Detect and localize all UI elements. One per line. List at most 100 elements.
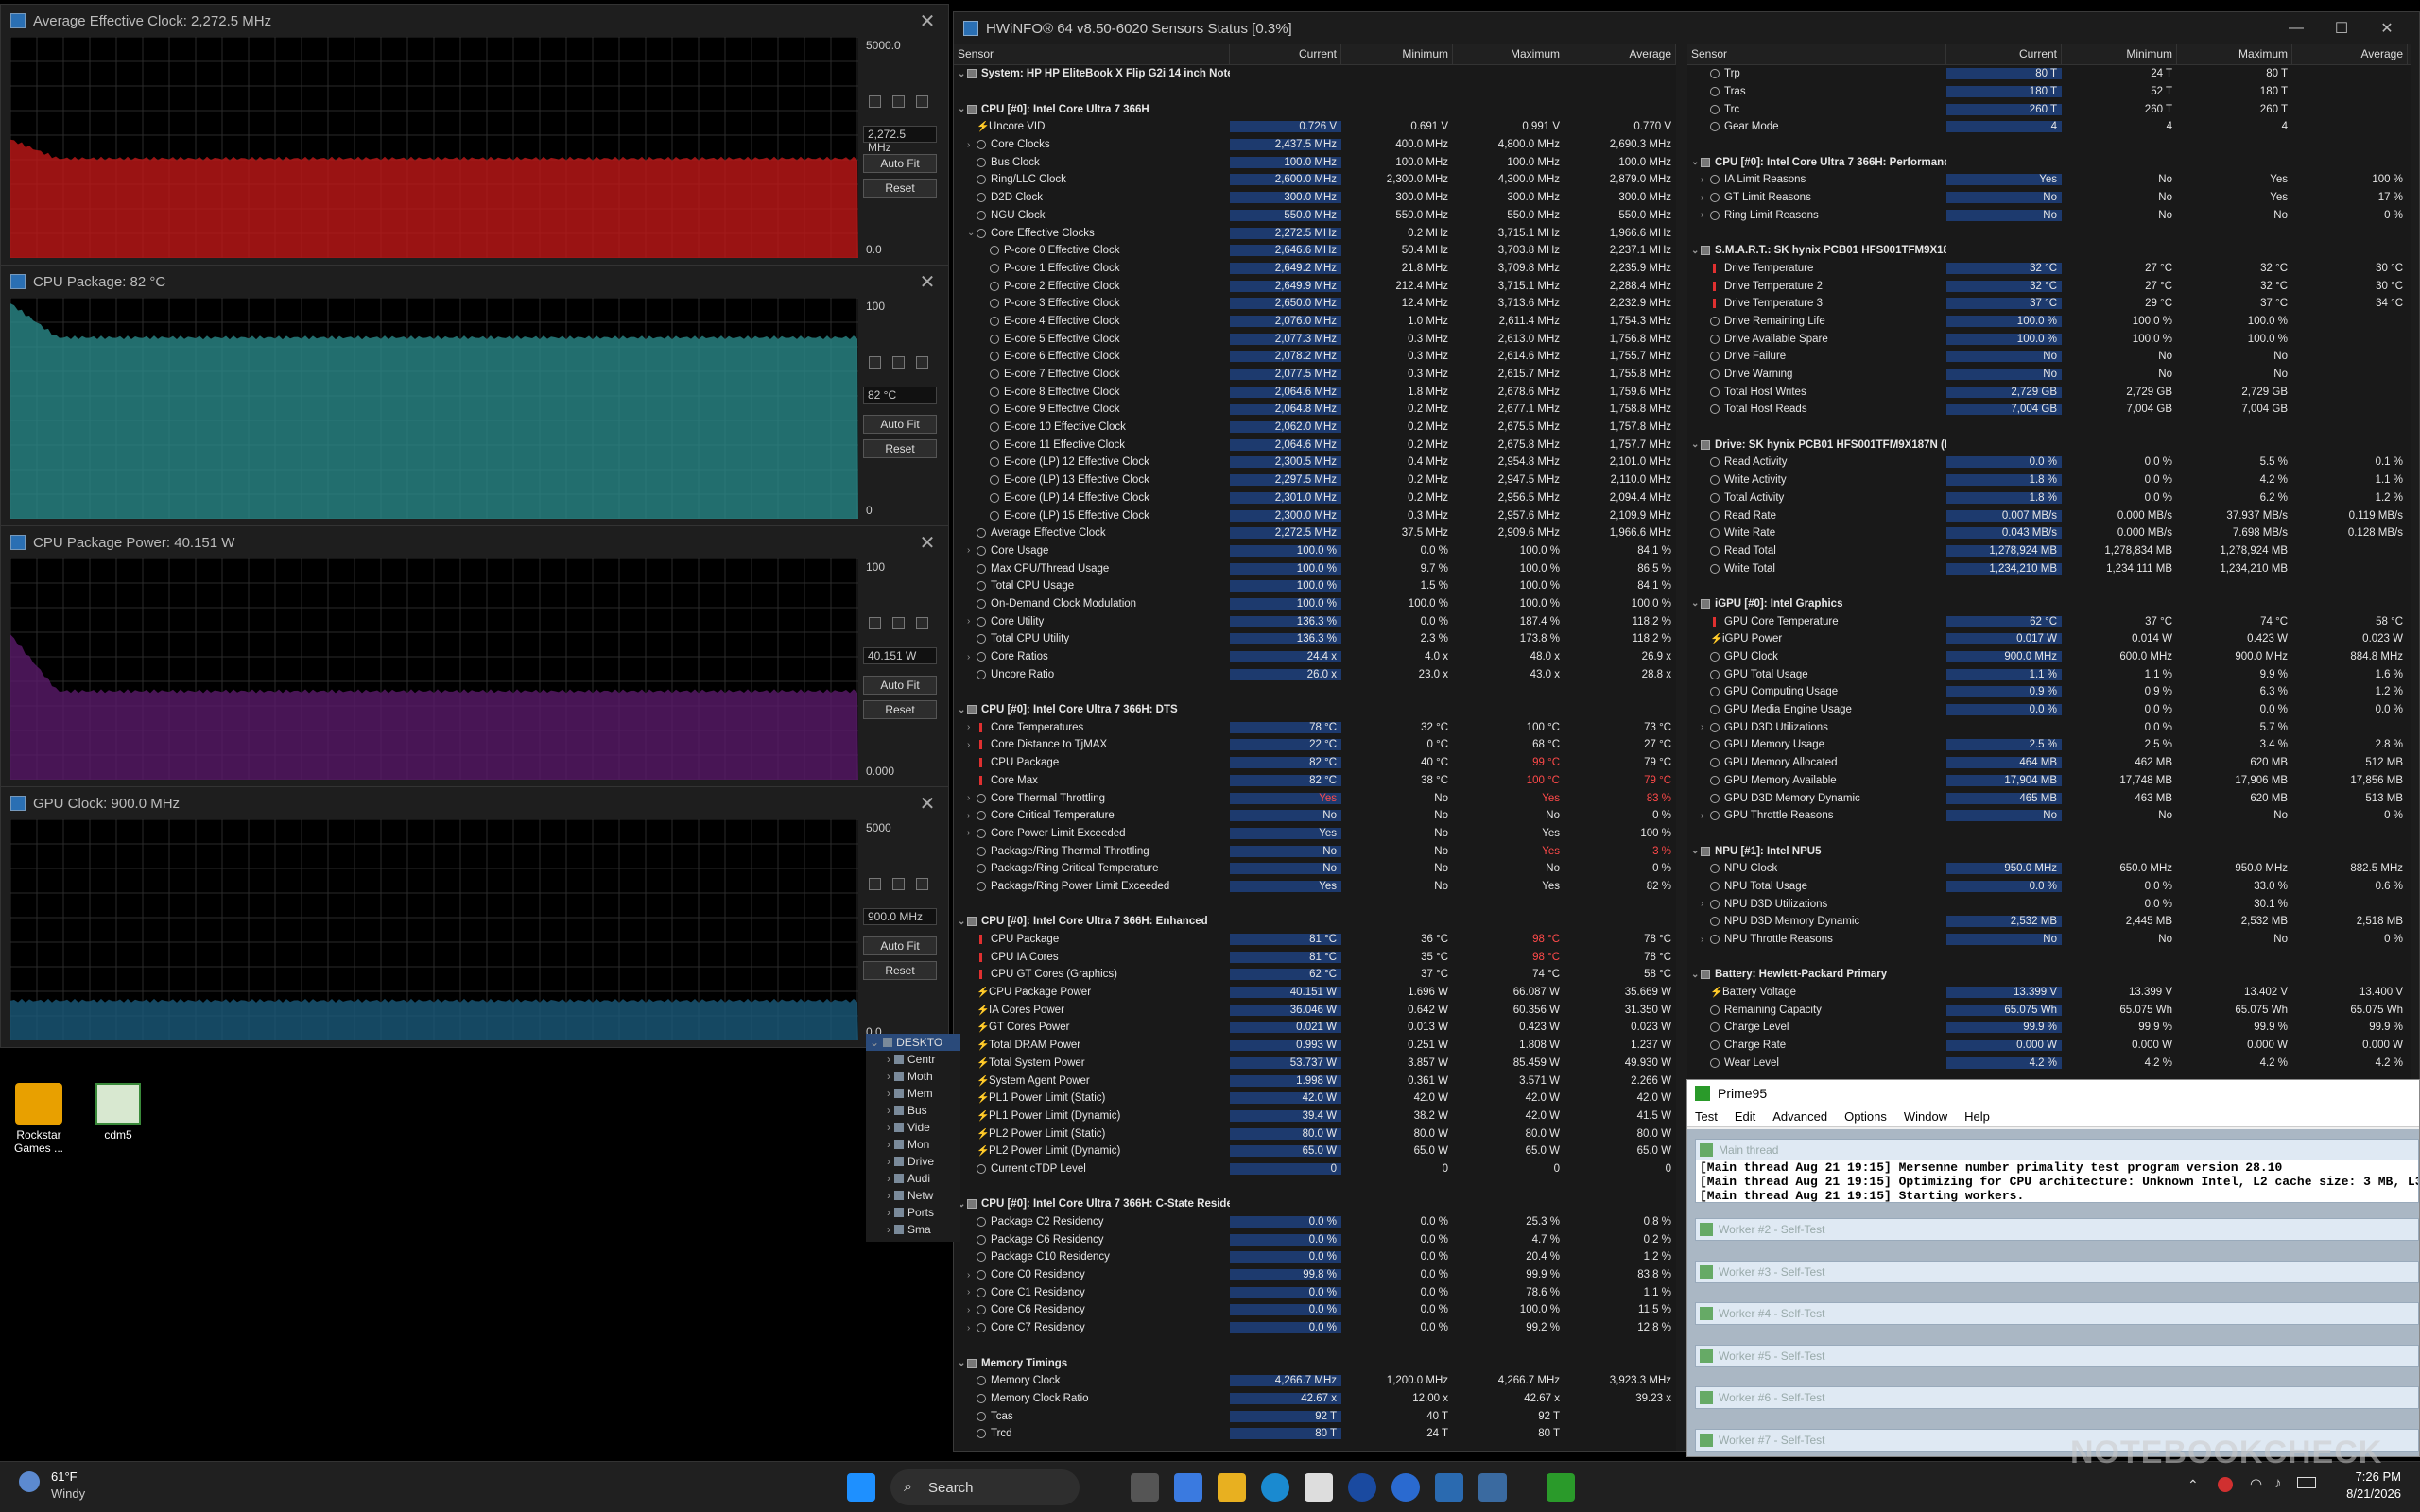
- worker-window[interactable]: Worker #3 - Self-Test: [1695, 1260, 2419, 1283]
- menu-item-edit[interactable]: Edit: [1735, 1109, 1755, 1124]
- sensor-row[interactable]: Package C10 Residency 0.0 % 0.0 % 20.4 % 1.2…: [954, 1248, 1676, 1266]
- sensor-row[interactable]: Read Rate 0.007 MB/s 0.000 MB/s 37.937 MB/s…: [1687, 507, 2411, 524]
- expand-icon[interactable]: ⌄: [967, 228, 977, 238]
- column-header-maximum[interactable]: Maximum: [1453, 44, 1564, 64]
- sensor-row[interactable]: Remaining Capacity 65.075 Wh 65.075 Wh 65.0…: [1687, 1001, 2411, 1019]
- sensor-row[interactable]: Drive Failure No No No: [1687, 348, 2411, 366]
- expand-icon[interactable]: ›: [887, 1070, 890, 1083]
- sensor-row[interactable]: Package/Ring Thermal Throttling No No Yes 3 …: [954, 842, 1676, 860]
- weather-temp[interactable]: 61°F: [51, 1469, 78, 1484]
- prime95-titlebar[interactable]: Prime95: [1687, 1080, 2419, 1107]
- graph-checkbox[interactable]: [892, 617, 905, 629]
- tree-item[interactable]: › Moth: [866, 1068, 960, 1085]
- sensor-group-row[interactable]: ⌄ CPU [#0]: Intel Core Ultra 7 366H: Enha…: [954, 913, 1676, 931]
- sensor-pane-right[interactable]: Sensor Current Minimum Maximum Average Trp 80 …: [1687, 44, 2411, 1084]
- help-icon[interactable]: [1392, 1473, 1420, 1502]
- sensor-row[interactable]: › GT Limit Reasons No No Yes 17 %: [1687, 189, 2411, 207]
- tree-item[interactable]: › Bus: [866, 1102, 960, 1119]
- sensor-row[interactable]: ⚡ PL2 Power Limit (Static) 80.0 W 80.0 W 80.…: [954, 1125, 1676, 1143]
- tree-item[interactable]: › Sma: [866, 1221, 960, 1238]
- sensor-row[interactable]: ⚡ PL1 Power Limit (Static) 42.0 W 42.0 W 42.…: [954, 1090, 1676, 1108]
- expand-icon[interactable]: ›: [967, 1270, 977, 1280]
- sensor-row[interactable]: E-core 10 Effective Clock 2,062.0 MHz 0.2 …: [954, 419, 1676, 437]
- column-header-current[interactable]: Current: [1946, 44, 2062, 64]
- worker-window[interactable]: Worker #4 - Self-Test: [1695, 1302, 2419, 1326]
- sensor-row[interactable]: NPU Total Usage 0.0 % 0.0 % 33.0 % 0.6 %: [1687, 878, 2411, 896]
- sensor-row[interactable]: Charge Level 99.9 % 99.9 % 99.9 % 99.9 %: [1687, 1019, 2411, 1037]
- sensor-row[interactable]: ⚡ Battery Voltage 13.399 V 13.399 V 13.402 V…: [1687, 984, 2411, 1002]
- expand-icon[interactable]: ›: [887, 1172, 890, 1185]
- sensor-row[interactable]: › GPU D3D Utilizations 0.0 % 5.7 %: [1687, 718, 2411, 736]
- sensor-row[interactable]: Ring/LLC Clock 2,600.0 MHz 2,300.0 MHz 4,30…: [954, 171, 1676, 189]
- tree-item[interactable]: › Audi: [866, 1170, 960, 1187]
- worker-window[interactable]: Worker #5 - Self-Test: [1695, 1344, 2419, 1367]
- expand-icon[interactable]: ›: [1701, 193, 1710, 203]
- edge-icon[interactable]: [1261, 1473, 1289, 1502]
- sensor-group-row[interactable]: ⌄ CPU [#0]: Intel Core Ultra 7 366H: Perf…: [1687, 153, 2411, 171]
- sensor-group-row[interactable]: ⌄ NPU [#1]: Intel NPU5: [1687, 842, 2411, 860]
- sensor-row[interactable]: Drive Remaining Life 100.0 % 100.0 % 100.0 …: [1687, 313, 2411, 331]
- sensor-row[interactable]: › Core C1 Residency 0.0 % 0.0 % 78.6 % 1.1 %: [954, 1283, 1676, 1301]
- sensor-row[interactable]: › Core Temperatures 78 °C 32 °C 100 °C 73 °C: [954, 718, 1676, 736]
- sensor-row[interactable]: Bus Clock 100.0 MHz 100.0 MHz 100.0 MHz 100.…: [954, 153, 1676, 171]
- store-icon[interactable]: [1305, 1473, 1333, 1502]
- sensor-row[interactable]: Gear Mode 4 4 4: [1687, 118, 2411, 136]
- main-thread-window[interactable]: Main thread [Main thread Aug 21 19:15] M…: [1695, 1139, 2419, 1203]
- sensor-group-row[interactable]: ⌄ CPU [#0]: Intel Core Ultra 7 366H: DTS: [954, 701, 1676, 719]
- sensor-row[interactable]: Trcd 80 T 24 T 80 T: [954, 1425, 1676, 1443]
- sensor-row[interactable]: › Core C6 Residency 0.0 % 0.0 % 100.0 % 11.5 …: [954, 1301, 1676, 1319]
- sensor-row[interactable]: P-core 0 Effective Clock 2,646.6 MHz 50.4 …: [954, 242, 1676, 260]
- tree-item[interactable]: › Netw: [866, 1187, 960, 1204]
- sensor-row[interactable]: › Core Utility 136.3 % 0.0 % 187.4 % 118.2 %: [954, 612, 1676, 630]
- sensor-row[interactable]: Trp 80 T 24 T 80 T: [1687, 65, 2411, 83]
- sensor-row[interactable]: Tras 180 T 52 T 180 T: [1687, 83, 2411, 101]
- graph-window[interactable]: Average Effective Clock: 2,272.5 MHz ✕ 50…: [0, 4, 949, 266]
- sensor-row[interactable]: E-core 6 Effective Clock 2,078.2 MHz 0.3 M…: [954, 348, 1676, 366]
- sensor-row[interactable]: › Core Clocks 2,437.5 MHz 400.0 MHz 4,800.0 …: [954, 136, 1676, 154]
- sensor-row[interactable]: GPU Clock 900.0 MHz 600.0 MHz 900.0 MHz 884.…: [1687, 648, 2411, 666]
- sensor-row[interactable]: On-Demand Clock Modulation 100.0 % 100.0 %…: [954, 595, 1676, 613]
- expand-icon[interactable]: ›: [967, 545, 977, 556]
- sensor-group-row[interactable]: ⌄ Memory Timings: [954, 1354, 1676, 1372]
- expand-icon[interactable]: ›: [967, 140, 977, 150]
- sensor-row[interactable]: Current cTDP Level 0 0 0 0: [954, 1160, 1676, 1178]
- sensor-row[interactable]: › Core Power Limit Exceeded Yes No Yes 100 %: [954, 825, 1676, 843]
- sensor-row[interactable]: › GPU Throttle Reasons No No No 0 %: [1687, 807, 2411, 825]
- sensor-group-row[interactable]: ⌄ Drive: SK hynix PCB01 HFS001TFM9X187N (…: [1687, 436, 2411, 454]
- expand-icon[interactable]: ›: [887, 1121, 890, 1134]
- sensor-row[interactable]: ⚡ Total System Power 53.737 W 3.857 W 85.459…: [954, 1055, 1676, 1073]
- column-header-current[interactable]: Current: [1230, 44, 1341, 64]
- hwinfo-taskbar-icon[interactable]: [1478, 1473, 1507, 1502]
- auto-fit-button[interactable]: Auto Fit: [863, 676, 937, 695]
- sensor-row[interactable]: Read Total 1,278,924 MB 1,278,834 MB 1,278,…: [1687, 542, 2411, 560]
- sensor-row[interactable]: Drive Available Spare 100.0 % 100.0 % 100.0…: [1687, 330, 2411, 348]
- sensor-row[interactable]: Drive Warning No No No: [1687, 366, 2411, 384]
- sensor-group-row[interactable]: ⌄ iGPU [#0]: Intel Graphics: [1687, 595, 2411, 613]
- sensor-row[interactable]: Write Total 1,234,210 MB 1,234,111 MB 1,234…: [1687, 559, 2411, 577]
- expand-icon[interactable]: ›: [1701, 210, 1710, 220]
- sensor-row[interactable]: ⚡ PL1 Power Limit (Dynamic) 39.4 W 38.2 W 42…: [954, 1108, 1676, 1125]
- volume-icon[interactable]: ♪: [2274, 1475, 2282, 1491]
- sensor-row[interactable]: GPU Total Usage 1.1 % 1.1 % 9.9 % 1.6 %: [1687, 665, 2411, 683]
- tree-item[interactable]: › Vide: [866, 1119, 960, 1136]
- sensor-row[interactable]: Package/Ring Power Limit Exceeded Yes No Ye…: [954, 878, 1676, 896]
- close-icon[interactable]: ✕: [916, 9, 939, 33]
- sensor-row[interactable]: NPU Clock 950.0 MHz 650.0 MHz 950.0 MHz 882.…: [1687, 860, 2411, 878]
- auto-fit-button[interactable]: Auto Fit: [863, 154, 937, 173]
- sensor-row[interactable]: ⚡ Total DRAM Power 0.993 W 0.251 W 1.808 W 1.…: [954, 1037, 1676, 1055]
- sensor-row[interactable]: Trc 260 T 260 T 260 T: [1687, 100, 2411, 118]
- collapse-icon[interactable]: ⌄: [1691, 970, 1701, 980]
- expand-icon[interactable]: ›: [1701, 899, 1710, 909]
- sensor-row[interactable]: Core Max 82 °C 38 °C 100 °C 79 °C: [954, 772, 1676, 790]
- hp-icon[interactable]: [1348, 1473, 1376, 1502]
- sensor-row[interactable]: Package/Ring Critical Temperature No No No 0…: [954, 860, 1676, 878]
- sensor-row[interactable]: Read Activity 0.0 % 0.0 % 5.5 % 0.1 %: [1687, 454, 2411, 472]
- graph-checkbox[interactable]: [869, 95, 881, 108]
- sensor-row[interactable]: NPU D3D Memory Dynamic 2,532 MB 2,445 MB 2,…: [1687, 913, 2411, 931]
- sensor-row[interactable]: Drive Temperature 2 32 °C 27 °C 32 °C 30 °C: [1687, 277, 2411, 295]
- column-header-average[interactable]: Average: [2292, 44, 2408, 64]
- sensor-row[interactable]: › Core Critical Temperature No No No 0 %: [954, 807, 1676, 825]
- menu-item-help[interactable]: Help: [1964, 1109, 1990, 1124]
- sensor-row[interactable]: Total CPU Usage 100.0 % 1.5 % 100.0 % 84.1 %: [954, 577, 1676, 595]
- sensor-row[interactable]: GPU Memory Usage 2.5 % 2.5 % 3.4 % 2.8 %: [1687, 736, 2411, 754]
